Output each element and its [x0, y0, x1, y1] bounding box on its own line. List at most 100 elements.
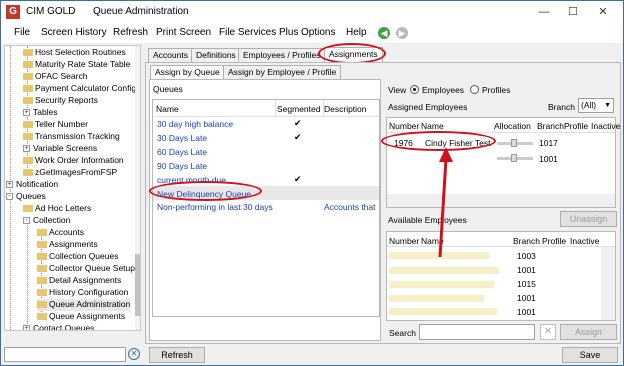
branch-select[interactable]: (All) ▼: [578, 98, 614, 113]
menu-print-screen[interactable]: Print Screen: [156, 27, 211, 38]
column-header-name[interactable]: Name: [156, 104, 179, 114]
grid-header-line: [387, 246, 615, 247]
folder-icon: [23, 205, 33, 213]
tree-item[interactable]: Queue Assignments: [37, 311, 125, 323]
subtab-assign-by-queue[interactable]: Assign by Queue: [150, 65, 225, 79]
column-header-inactive[interactable]: Inactive: [570, 236, 599, 246]
redacted-employee: [389, 281, 494, 288]
tree-item-label: Payment Calculator Config: [35, 83, 137, 93]
maximize-icon[interactable]: ☐: [558, 3, 588, 21]
tree-item[interactable]: Collector Queue Setup: [37, 263, 135, 275]
tree-item[interactable]: Detail Assignments: [37, 275, 121, 287]
expand-icon[interactable]: +: [23, 145, 30, 153]
employee-branch: 1001: [539, 154, 558, 164]
menu-screen-history[interactable]: Screen History: [41, 27, 107, 38]
unassign-button[interactable]: Unassign: [560, 211, 617, 227]
tree-item[interactable]: History Configuration: [37, 287, 128, 299]
tree-item[interactable]: Transmission Tracking: [23, 131, 120, 143]
tree-item-selected[interactable]: Queue Administration: [37, 299, 131, 311]
annotation-circle: [149, 181, 262, 201]
expand-icon[interactable]: +: [23, 109, 30, 117]
clear-search-icon[interactable]: ✕: [128, 348, 140, 360]
column-header-number[interactable]: Number: [389, 121, 419, 131]
tree-scrollbar[interactable]: [135, 46, 140, 330]
queue-row[interactable]: 30 day high balance: [157, 119, 233, 129]
segmented-check-icon: ✔: [294, 132, 302, 142]
tree-item[interactable]: + Variable Screens: [23, 143, 97, 155]
employees-radio[interactable]: [410, 85, 419, 94]
clear-icon[interactable]: ✕: [540, 324, 556, 340]
column-header-allocation[interactable]: Allocation: [494, 121, 531, 131]
tree-item[interactable]: Accounts: [37, 227, 84, 239]
subtab-assign-by-employee-profile[interactable]: Assign by Employee / Profile: [223, 65, 342, 79]
save-button[interactable]: Save: [562, 347, 618, 363]
tree-scrollbar-thumb[interactable]: [135, 254, 140, 316]
vertical-scrollbar[interactable]: [601, 247, 615, 320]
tree-item[interactable]: - Queues: [6, 191, 46, 203]
minimize-icon[interactable]: —: [529, 3, 559, 21]
assign-button[interactable]: Assign: [560, 324, 617, 340]
tree-item[interactable]: + Tables: [23, 107, 58, 119]
tree-item[interactable]: Assignments: [37, 239, 98, 251]
tab-definitions[interactable]: Definitions: [191, 48, 241, 62]
slider-handle[interactable]: [511, 139, 517, 147]
allocation-slider[interactable]: [497, 139, 533, 147]
tree-item[interactable]: Teller Number: [23, 119, 88, 131]
app-title: CIM GOLD: [26, 6, 76, 17]
tab-accounts[interactable]: Accounts: [148, 48, 193, 62]
back-arrow-icon[interactable]: ◀: [378, 27, 390, 39]
tree-item[interactable]: Security Reports: [23, 95, 98, 107]
tree-item[interactable]: zGetImagesFromFSP: [23, 167, 117, 179]
expand-icon[interactable]: +: [6, 181, 13, 189]
navigation-tree[interactable]: Host Selection Routines Maturity Rate St…: [4, 45, 141, 331]
queue-row[interactable]: Non-performing in last 30 days: [157, 202, 273, 212]
menu-options[interactable]: Options: [301, 27, 335, 38]
menu-file[interactable]: File: [14, 27, 30, 38]
queue-row[interactable]: 60 Days Late: [157, 147, 207, 157]
tree-item[interactable]: Payment Calculator Config: [23, 83, 136, 95]
queue-row[interactable]: 30 Days Late: [157, 133, 207, 143]
tree-item-label: Queues: [16, 191, 46, 201]
column-header-description[interactable]: Description: [324, 104, 367, 114]
column-header-profile[interactable]: Profile: [564, 121, 588, 131]
slider-handle[interactable]: [511, 154, 517, 162]
tree-item[interactable]: + Contact Queues: [23, 323, 95, 331]
employees-radio-label[interactable]: Employees: [422, 85, 464, 95]
profiles-radio[interactable]: [470, 85, 479, 94]
column-header-segmented[interactable]: Segmented: [277, 104, 320, 114]
tree-item[interactable]: - Collection: [23, 215, 70, 227]
folder-icon: [37, 313, 47, 321]
menu-help[interactable]: Help: [346, 27, 367, 38]
tree-item[interactable]: OFAC Search: [23, 71, 87, 83]
tree-item[interactable]: Maturity Rate State Table: [23, 59, 130, 71]
tree-item-label: Variable Screens: [33, 143, 98, 153]
allocation-slider[interactable]: [497, 154, 533, 162]
profiles-radio-label[interactable]: Profiles: [482, 85, 510, 95]
collapse-icon[interactable]: -: [6, 193, 13, 201]
close-icon[interactable]: ✕: [588, 3, 618, 21]
column-header-inactive[interactable]: Inactive: [591, 121, 620, 131]
horizontal-scrollbar[interactable]: [387, 194, 615, 207]
tree-item[interactable]: Host Selection Routines: [23, 47, 126, 59]
expand-icon[interactable]: +: [23, 325, 30, 330]
tree-item[interactable]: Collection Queues: [37, 251, 118, 263]
column-header-profile[interactable]: Profile: [542, 236, 566, 246]
employee-search-input[interactable]: [419, 324, 535, 340]
column-header-branch[interactable]: Branch: [537, 121, 564, 131]
tab-employees-profiles[interactable]: Employees / Profiles: [238, 48, 326, 62]
tree-item[interactable]: + Notification: [6, 179, 58, 191]
tree-item[interactable]: Ad Hoc Letters: [23, 203, 91, 215]
tree-search-input[interactable]: [4, 347, 126, 362]
tree-item[interactable]: Work Order Information: [23, 155, 124, 167]
column-header-branch[interactable]: Branch: [513, 236, 540, 246]
tree-item-label: Contact Queues: [33, 323, 95, 331]
menu-refresh[interactable]: Refresh: [113, 27, 148, 38]
column-header-name[interactable]: Name: [421, 121, 444, 131]
menu-bar: File Screen History Refresh Print Screen…: [1, 23, 623, 43]
column-header-number[interactable]: Number: [389, 236, 419, 246]
forward-arrow-icon[interactable]: ▶: [396, 27, 408, 39]
refresh-button[interactable]: Refresh: [149, 347, 205, 363]
menu-file-services-plus[interactable]: File Services Plus: [219, 27, 298, 38]
queue-row[interactable]: 90 Days Late: [157, 161, 207, 171]
collapse-icon[interactable]: -: [23, 217, 30, 225]
